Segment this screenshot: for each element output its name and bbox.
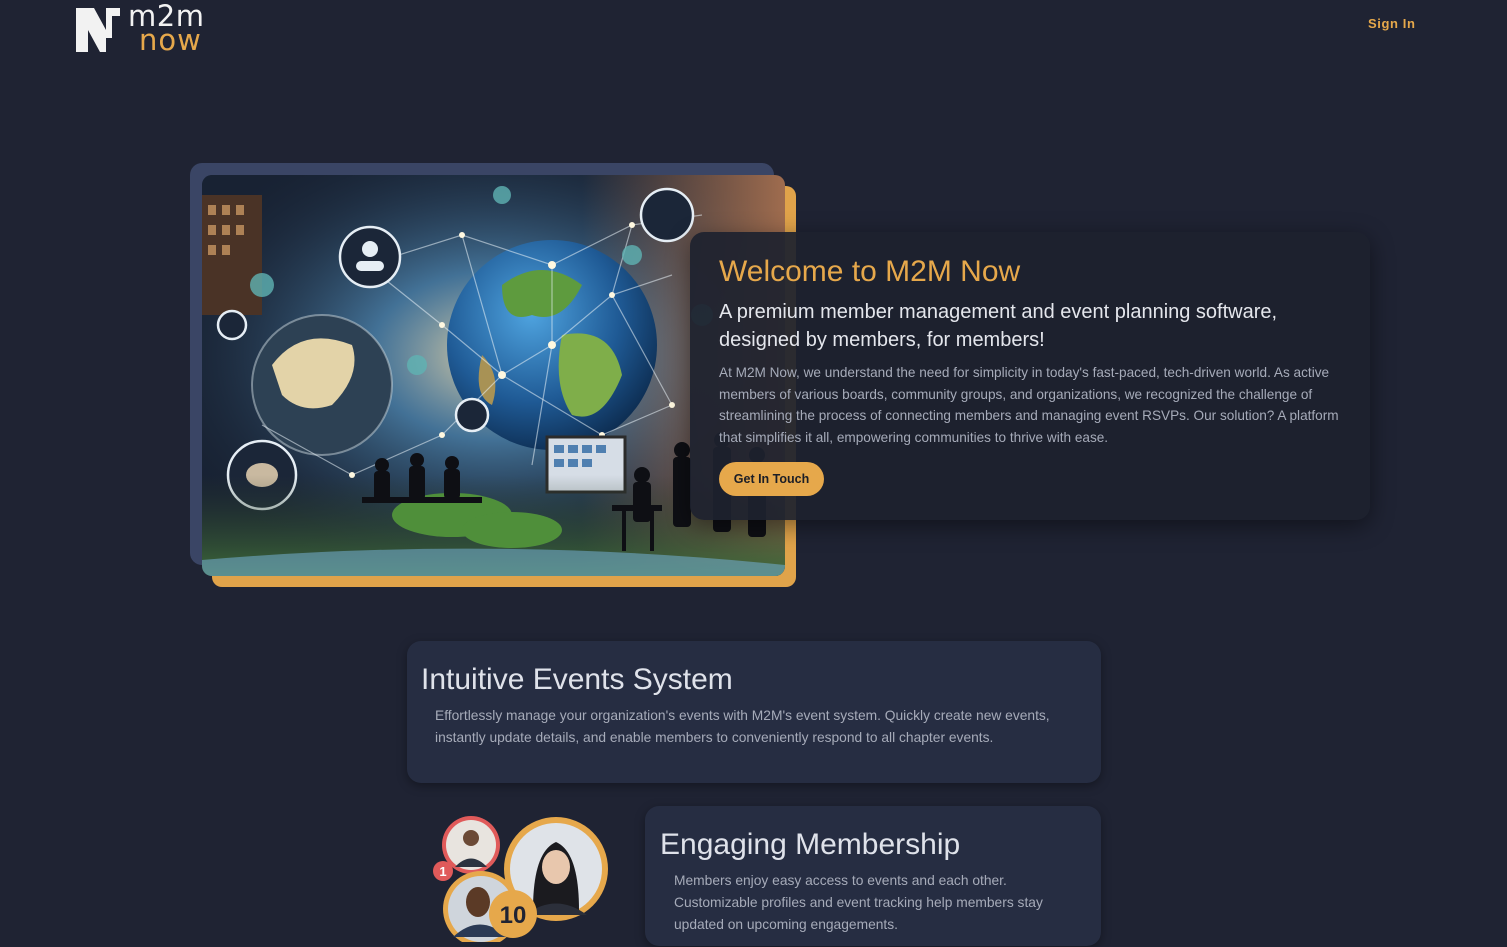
hero-title: Welcome to M2M Now	[719, 255, 1021, 288]
logo-text-now: now	[139, 23, 202, 57]
logo-mark-icon	[76, 8, 120, 52]
rank-badge-one: 1	[439, 864, 446, 879]
feature-title: Engaging Membership	[660, 828, 961, 861]
feature-card-membership: Engaging Membership Members enjoy easy a…	[645, 806, 1101, 946]
feature-card-events: Intuitive Events System Effortlessly man…	[407, 641, 1101, 783]
member-avatars-illustration: 1 10	[425, 812, 625, 947]
level-badge-ten: 10	[500, 902, 527, 929]
feature-description: Effortlessly manage your organization's …	[435, 708, 1050, 745]
hero-description: At M2M Now, we understand the need for s…	[719, 365, 1339, 445]
feature-title: Intuitive Events System	[421, 663, 733, 696]
site-header: m2m now Sign In	[0, 0, 1507, 60]
m2m-now-logo[interactable]: m2m now	[76, 1, 226, 57]
feature-description: Members enjoy easy access to events and …	[674, 873, 1043, 932]
hero-subtitle: A premium member management and event pl…	[719, 301, 1278, 351]
get-in-touch-button[interactable]: Get In Touch	[719, 462, 824, 496]
sign-in-link[interactable]: Sign In	[1368, 16, 1416, 31]
